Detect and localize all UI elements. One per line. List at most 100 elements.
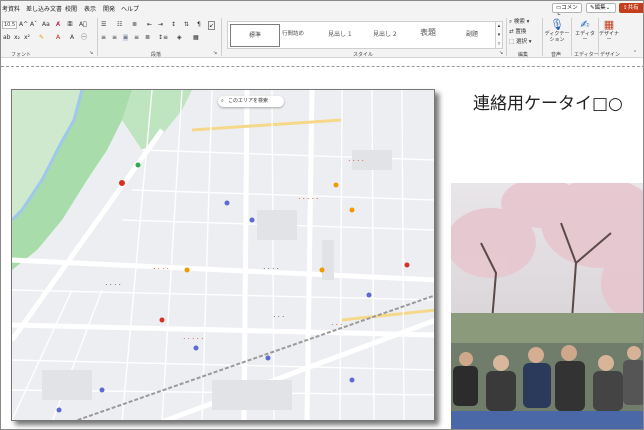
superscript-icon[interactable]: x² <box>24 34 30 41</box>
svg-text:・・・: ・・・ <box>272 315 286 320</box>
align-center-icon[interactable]: ≡ <box>112 34 117 41</box>
distributed-icon[interactable]: ≣ <box>145 34 150 41</box>
style-no-spacing[interactable]: 行間詰め <box>282 29 304 37</box>
borders-icon[interactable]: ▦ <box>193 34 199 41</box>
style-subtitle[interactable]: 副題 <box>466 29 478 38</box>
styles-scroll[interactable]: ▴ ▾ ▿ <box>495 21 503 49</box>
more-icon: ▿ <box>497 41 501 47</box>
align-left-icon[interactable]: ≡ <box>101 34 106 41</box>
highlight-icon[interactable]: ✎ <box>39 34 44 41</box>
shading-icon[interactable]: ◈ <box>177 34 182 41</box>
phonetic-guide-icon[interactable]: 亜 <box>67 21 73 28</box>
svg-text:・・・・: ・・・・ <box>262 267 280 272</box>
grow-font-icon[interactable]: A^ <box>19 21 28 28</box>
word-window: 考資料 差し込み文書 校閲 表示 開発 ヘルプ ▭コメント ✎編集⌄ ⇪共有 1… <box>0 0 644 430</box>
char-shading-icon[interactable]: A <box>70 34 74 41</box>
tab-help[interactable]: ヘルプ <box>121 4 139 13</box>
svg-text:・・・・: ・・・・ <box>347 159 365 164</box>
align-right-icon[interactable]: ≡ <box>134 34 139 41</box>
search-icon: ⌕ <box>509 19 513 25</box>
chevron-down-icon: ▾ <box>497 32 501 38</box>
paragraph-group-label: 段落 <box>151 52 162 58</box>
enclose-char-icon[interactable]: ㊀ <box>81 34 87 41</box>
ribbon-tabs: 考資料 差し込み文書 校閲 表示 開発 ヘルプ ▭コメント ✎編集⌄ ⇪共有 <box>1 1 643 19</box>
font-dialog-launcher-icon[interactable]: ↘ <box>89 50 93 57</box>
ribbon: 10.5 A^ Aˇ Aa A̸ 亜 A⃞ ab x₂ x² ✎ A A ㊀ フ… <box>1 15 643 58</box>
separator <box>542 18 543 56</box>
edit-group-label: 編集 <box>518 52 529 58</box>
share-button[interactable]: ⇪共有 <box>619 3 643 13</box>
comment-button[interactable]: ▭コメント <box>552 3 582 19</box>
style-heading-1[interactable]: 見出し 1 <box>328 29 352 38</box>
multilevel-list-icon[interactable]: ≣ <box>132 21 137 28</box>
dictation-button[interactable]: 🎙 ディクテーション <box>544 18 570 43</box>
char-border-icon[interactable]: A⃞ <box>79 21 87 28</box>
chevron-down-icon: ▾ <box>528 39 532 45</box>
select-icon: ⬚ <box>509 39 515 45</box>
find-button[interactable]: ⌕ 検索 ▾ <box>509 19 529 26</box>
change-case-icon[interactable]: Aa <box>42 21 50 28</box>
svg-text:・・・・・: ・・・・・ <box>182 337 205 342</box>
paragraph-dialog-launcher-icon[interactable]: ↘ <box>213 50 217 57</box>
photo-image[interactable] <box>451 183 643 429</box>
clear-format-icon[interactable]: A̸ <box>56 21 60 28</box>
select-button[interactable]: ⬚ 選択 ▾ <box>509 39 531 46</box>
font-size-input[interactable]: 10.5 <box>2 21 17 29</box>
subscript-icon[interactable]: x₂ <box>14 34 20 41</box>
editor-button[interactable]: ✍ エディター <box>573 18 597 43</box>
voice-group-label: 音声 <box>551 52 562 58</box>
designer-button[interactable]: ▦ デザイナー <box>599 18 619 43</box>
separator <box>221 18 222 56</box>
map-search-this-area-button[interactable]: ⌕ このエリアを検索 <box>218 96 284 107</box>
shrink-font-icon[interactable]: Aˇ <box>30 21 37 28</box>
style-heading-2[interactable]: 見出し 2 <box>373 29 397 38</box>
tab-view[interactable]: 表示 <box>84 4 96 13</box>
font-color-icon[interactable]: A <box>56 34 60 41</box>
separator <box>571 18 572 56</box>
document-heading[interactable]: 連絡用ケータイ□○ <box>473 89 623 114</box>
show-marks-icon[interactable]: ¶ <box>197 21 201 28</box>
justify-icon[interactable]: ≡ <box>123 34 129 41</box>
design-group-label: デザイン <box>600 52 621 58</box>
style-group-label: スタイル <box>353 52 374 58</box>
tab-mailings[interactable]: 差し込み文書 <box>26 4 62 13</box>
line-spacing-icon[interactable]: ↕≡ <box>158 34 168 41</box>
text-direction-icon[interactable]: ↕ <box>171 21 176 28</box>
search-icon: ⌕ <box>221 98 224 104</box>
font-group-label: フォント <box>11 52 32 58</box>
separator <box>97 18 98 56</box>
tab-review[interactable]: 校閲 <box>65 4 77 13</box>
page-top-margin <box>1 59 643 67</box>
numbering-icon[interactable]: ☷ <box>117 21 122 28</box>
svg-text:・・・: ・・・ <box>330 323 344 328</box>
tab-references[interactable]: 考資料 <box>2 4 20 13</box>
style-title[interactable]: 表題 <box>420 27 436 38</box>
designer-icon: ▦ <box>603 18 615 31</box>
photo-graphic <box>451 183 643 429</box>
styles-gallery: 標準 行間詰め 見出し 1 見出し 2 表題 副題 <box>227 21 503 49</box>
style-normal[interactable]: 標準 <box>230 24 280 47</box>
replace-icon: ⇄ <box>509 29 514 35</box>
map-graphic: ・・・・ ・・・・・ ・・・・ ・・・・・ ・・・ ・・・・ ・・・・ ・・・ <box>12 90 434 420</box>
style-dialog-launcher-icon[interactable]: ↘ <box>499 50 503 57</box>
show-hide-icon[interactable]: ↙ <box>208 21 216 30</box>
editor-icon: ✍ <box>580 18 590 31</box>
decrease-indent-icon[interactable]: ⇤ <box>147 21 152 28</box>
strikethrough-icon[interactable]: ab <box>3 34 11 41</box>
map-image[interactable]: ・・・・ ・・・・・ ・・・・ ・・・・・ ・・・ ・・・・ ・・・・ ・・・ … <box>11 89 435 421</box>
collapse-ribbon-icon[interactable]: ⌃ <box>633 50 637 57</box>
editor-group-label: エディター <box>574 52 599 58</box>
bullets-icon[interactable]: ☰ <box>101 21 106 28</box>
tab-developer[interactable]: 開発 <box>103 4 115 13</box>
edit-mode-button[interactable]: ✎編集⌄ <box>586 3 616 13</box>
svg-text:・・・・: ・・・・ <box>152 267 170 272</box>
chevron-up-icon: ▴ <box>497 23 501 29</box>
svg-text:・・・・・: ・・・・・ <box>297 197 320 202</box>
sort-icon[interactable]: ⇅ <box>184 21 189 28</box>
chevron-down-icon: ▾ <box>526 19 530 25</box>
chevron-down-icon: ⌄ <box>605 5 611 11</box>
separator <box>506 18 507 56</box>
replace-button[interactable]: ⇄ 置換 <box>509 29 526 36</box>
increase-indent-icon[interactable]: ⇥ <box>158 21 163 28</box>
microphone-icon: 🎙 <box>550 18 564 31</box>
